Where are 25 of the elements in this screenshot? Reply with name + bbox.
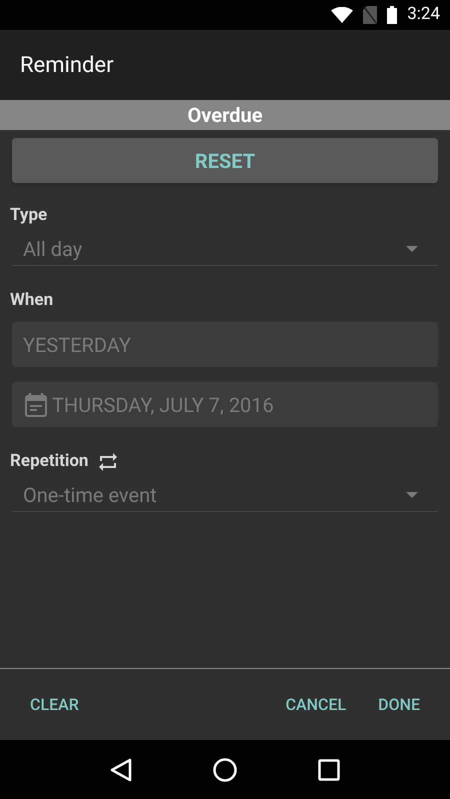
type-dropdown[interactable]: All day <box>23 234 82 264</box>
day-field[interactable]: YESTERDAY <box>12 322 438 367</box>
overdue-banner: Overdue <box>0 100 450 130</box>
back-icon[interactable] <box>110 758 132 782</box>
section-label: Repetition <box>10 450 88 473</box>
toolbar-title: Reminder <box>20 52 114 80</box>
dialog-action-button[interactable]: DONE <box>362 684 436 724</box>
date-field[interactable]: THURSDAY, JULY 7, 2016 <box>12 382 438 427</box>
dialog-action-button[interactable]: CLEAR <box>14 684 95 724</box>
repeat-icon <box>98 452 118 472</box>
recents-icon[interactable] <box>318 758 340 780</box>
section-label: When <box>10 288 54 312</box>
wifi-icon <box>331 7 354 23</box>
no-sim-icon <box>363 6 378 24</box>
section-label: Type <box>10 204 48 227</box>
date-text: THURSDAY, JULY 7, 2016 <box>52 392 274 418</box>
battery-icon <box>387 6 398 24</box>
dropdown-caret-icon <box>406 246 418 252</box>
dialog-action-button[interactable]: CANCEL <box>270 684 362 724</box>
repetition-dropdown[interactable]: One-time event <box>23 480 157 510</box>
dropdown-caret-icon <box>406 492 418 498</box>
clock-time: 3:24 <box>407 3 440 26</box>
calendar-icon <box>25 392 47 416</box>
home-icon[interactable] <box>212 758 237 782</box>
reset-button[interactable]: RESET <box>12 138 438 183</box>
